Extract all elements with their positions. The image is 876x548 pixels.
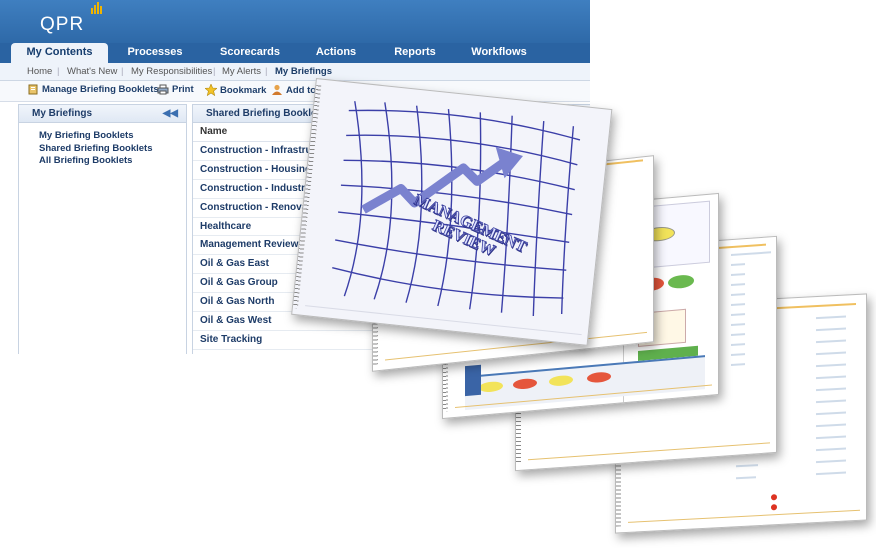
tab-reports[interactable]: Reports — [383, 43, 447, 63]
add-user-icon — [271, 84, 283, 99]
nav-shared-booklets[interactable]: Shared Briefing Booklets — [39, 143, 186, 156]
subnav-my-responsibilities[interactable]: My Responsibilities — [131, 66, 212, 77]
subnav-separator: | — [121, 66, 124, 77]
subnav-my-briefings[interactable]: My Briefings — [275, 66, 332, 77]
management-review-cover-slide: MANAGEMENT REVIEW — [291, 78, 613, 346]
tab-processes[interactable]: Processes — [114, 43, 196, 63]
subnav-home[interactable]: Home — [27, 66, 52, 77]
printer-icon — [157, 84, 169, 98]
subnav-whats-new[interactable]: What's New — [67, 66, 117, 77]
subnav-separator: | — [57, 66, 60, 77]
bookmark-button[interactable]: Bookmark — [204, 83, 267, 99]
shared-booklets-title: Shared Briefing Booklets — [206, 108, 326, 119]
header-bar: QPR — [0, 0, 590, 43]
subnav-separator: | — [213, 66, 216, 77]
my-briefings-panel: My Briefings ◀◀ My Briefing Booklets Sha… — [18, 104, 187, 354]
manage-booklets-label: Manage Briefing Booklets — [42, 84, 159, 95]
my-briefings-title: My Briefings — [32, 108, 93, 119]
briefing-nav-list: My Briefing Booklets Shared Briefing Boo… — [19, 123, 186, 168]
main-tabs: My Contents Processes Scorecards Actions… — [0, 43, 590, 63]
tab-actions[interactable]: Actions — [305, 43, 367, 63]
nav-my-booklets[interactable]: My Briefing Booklets — [39, 130, 186, 143]
bookmark-label: Bookmark — [220, 85, 267, 96]
tab-workflows[interactable]: Workflows — [462, 43, 536, 63]
manage-booklets-button[interactable]: Manage Briefing Booklets — [28, 84, 159, 98]
subnav-separator: | — [265, 66, 268, 77]
print-button[interactable]: Print — [157, 84, 194, 98]
collapse-left-icon[interactable]: ◀◀ — [163, 105, 178, 122]
manage-booklets-icon — [28, 84, 39, 98]
nav-all-booklets[interactable]: All Briefing Booklets — [39, 155, 186, 168]
tab-scorecards[interactable]: Scorecards — [206, 43, 294, 63]
tab-my-contents[interactable]: My Contents — [11, 43, 108, 63]
star-icon — [204, 83, 218, 99]
page-footer — [628, 509, 860, 529]
my-briefings-header: My Briefings ◀◀ — [19, 105, 186, 123]
print-label: Print — [172, 84, 194, 95]
sub-navigation: Home | What's New | My Responsibilities … — [0, 63, 590, 81]
qpr-logo: QPR — [40, 14, 85, 35]
subnav-my-alerts[interactable]: My Alerts — [222, 66, 261, 77]
